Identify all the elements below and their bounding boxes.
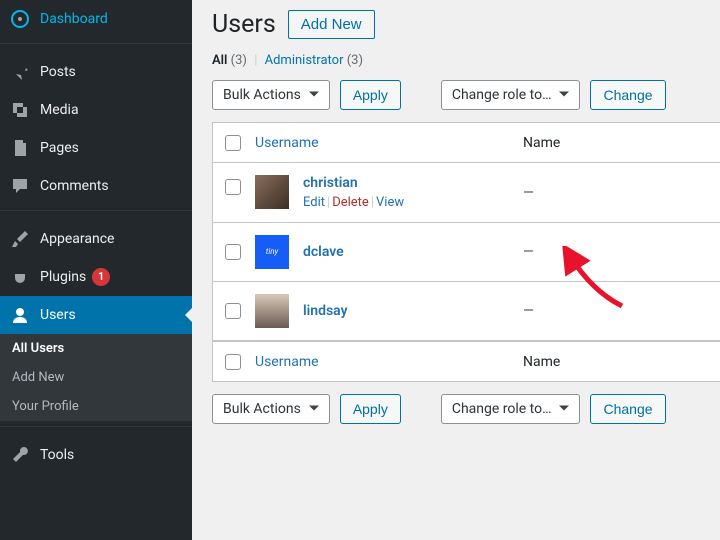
sidebar-item-posts[interactable]: Posts <box>0 53 192 91</box>
filter-links: All (3) | Administrator (3) <box>212 53 720 68</box>
view-link[interactable]: View <box>376 195 404 210</box>
avatar <box>255 175 289 209</box>
sidebar-item-label: Pages <box>40 140 79 156</box>
sidebar-item-users[interactable]: Users <box>0 296 192 334</box>
sidebar-item-label: Users <box>40 307 76 323</box>
sidebar-item-media[interactable]: Media <box>0 91 192 129</box>
table-row: lindsay — <box>213 282 720 341</box>
name-cell: — <box>523 185 720 201</box>
row-actions: Edit|Delete|View <box>303 195 404 210</box>
filter-all[interactable]: All <box>212 53 227 68</box>
username-link[interactable]: lindsay <box>303 303 348 319</box>
change-button[interactable]: Change <box>590 80 665 110</box>
sidebar-item-label: Tools <box>40 447 74 463</box>
change-role-select[interactable]: Change role to… <box>441 80 581 110</box>
select-all-checkbox-footer[interactable] <box>225 354 241 370</box>
comment-icon <box>10 176 30 196</box>
apply-button[interactable]: Apply <box>340 80 401 110</box>
pin-icon <box>10 62 30 82</box>
col-footer-name: Name <box>523 354 560 370</box>
sidebar-item-label: Plugins <box>40 269 86 285</box>
edit-link[interactable]: Edit <box>303 195 325 210</box>
media-icon <box>10 100 30 120</box>
apply-button-bottom[interactable]: Apply <box>340 394 401 424</box>
dashboard-icon <box>10 9 30 29</box>
sidebar-item-tools[interactable]: Tools <box>0 436 192 474</box>
user-icon <box>10 305 30 325</box>
sidebar-item-pages[interactable]: Pages <box>0 129 192 167</box>
username-link[interactable]: dclave <box>303 244 344 260</box>
users-table: Username Name christian Edit|Delete|View… <box>212 122 720 382</box>
wrench-icon <box>10 445 30 465</box>
name-cell: — <box>523 244 720 260</box>
table-row: christian Edit|Delete|View — <box>213 163 720 223</box>
col-header-username[interactable]: Username <box>255 135 319 151</box>
sidebar-submenu: All Users Add New Your Profile <box>0 334 192 421</box>
change-button-bottom[interactable]: Change <box>590 394 665 424</box>
bulk-actions-select-bottom[interactable]: Bulk Actions <box>212 394 330 424</box>
bulk-actions-select[interactable]: Bulk Actions <box>212 80 330 110</box>
change-role-select-bottom[interactable]: Change role to… <box>441 394 581 424</box>
add-new-button[interactable]: Add New <box>288 10 375 39</box>
select-all-checkbox[interactable] <box>225 135 241 151</box>
sidebar-item-comments[interactable]: Comments <box>0 167 192 205</box>
username-link[interactable]: christian <box>303 175 358 191</box>
avatar: tiny <box>255 235 289 269</box>
sidebar-item-label: Appearance <box>40 231 114 247</box>
row-checkbox[interactable] <box>225 179 241 195</box>
page-icon <box>10 138 30 158</box>
filter-administrator[interactable]: Administrator <box>265 53 344 68</box>
col-header-name: Name <box>523 135 560 151</box>
main-content: Users Add New All (3) | Administrator (3… <box>192 0 720 540</box>
sidebar-item-label: Dashboard <box>40 11 108 27</box>
sidebar-item-label: Comments <box>40 178 109 194</box>
submenu-add-new[interactable]: Add New <box>0 363 192 392</box>
sidebar-item-appearance[interactable]: Appearance <box>0 220 192 258</box>
submenu-all-users[interactable]: All Users <box>0 334 192 363</box>
plug-icon <box>10 267 30 287</box>
row-checkbox[interactable] <box>225 303 241 319</box>
submenu-your-profile[interactable]: Your Profile <box>0 392 192 421</box>
sidebar-item-dashboard[interactable]: Dashboard <box>0 0 192 38</box>
delete-link[interactable]: Delete <box>332 195 369 210</box>
name-cell: — <box>523 303 720 319</box>
table-row: tiny dclave — <box>213 223 720 282</box>
col-footer-username[interactable]: Username <box>255 354 319 370</box>
admin-sidebar: Dashboard Posts Media Pages Comments App… <box>0 0 192 540</box>
avatar <box>255 294 289 328</box>
sidebar-item-plugins[interactable]: Plugins 1 <box>0 258 192 296</box>
sidebar-item-label: Posts <box>40 64 76 80</box>
page-title: Users <box>212 10 276 39</box>
update-badge: 1 <box>92 268 110 286</box>
sidebar-item-label: Media <box>40 102 79 118</box>
row-checkbox[interactable] <box>225 244 241 260</box>
brush-icon <box>10 229 30 249</box>
